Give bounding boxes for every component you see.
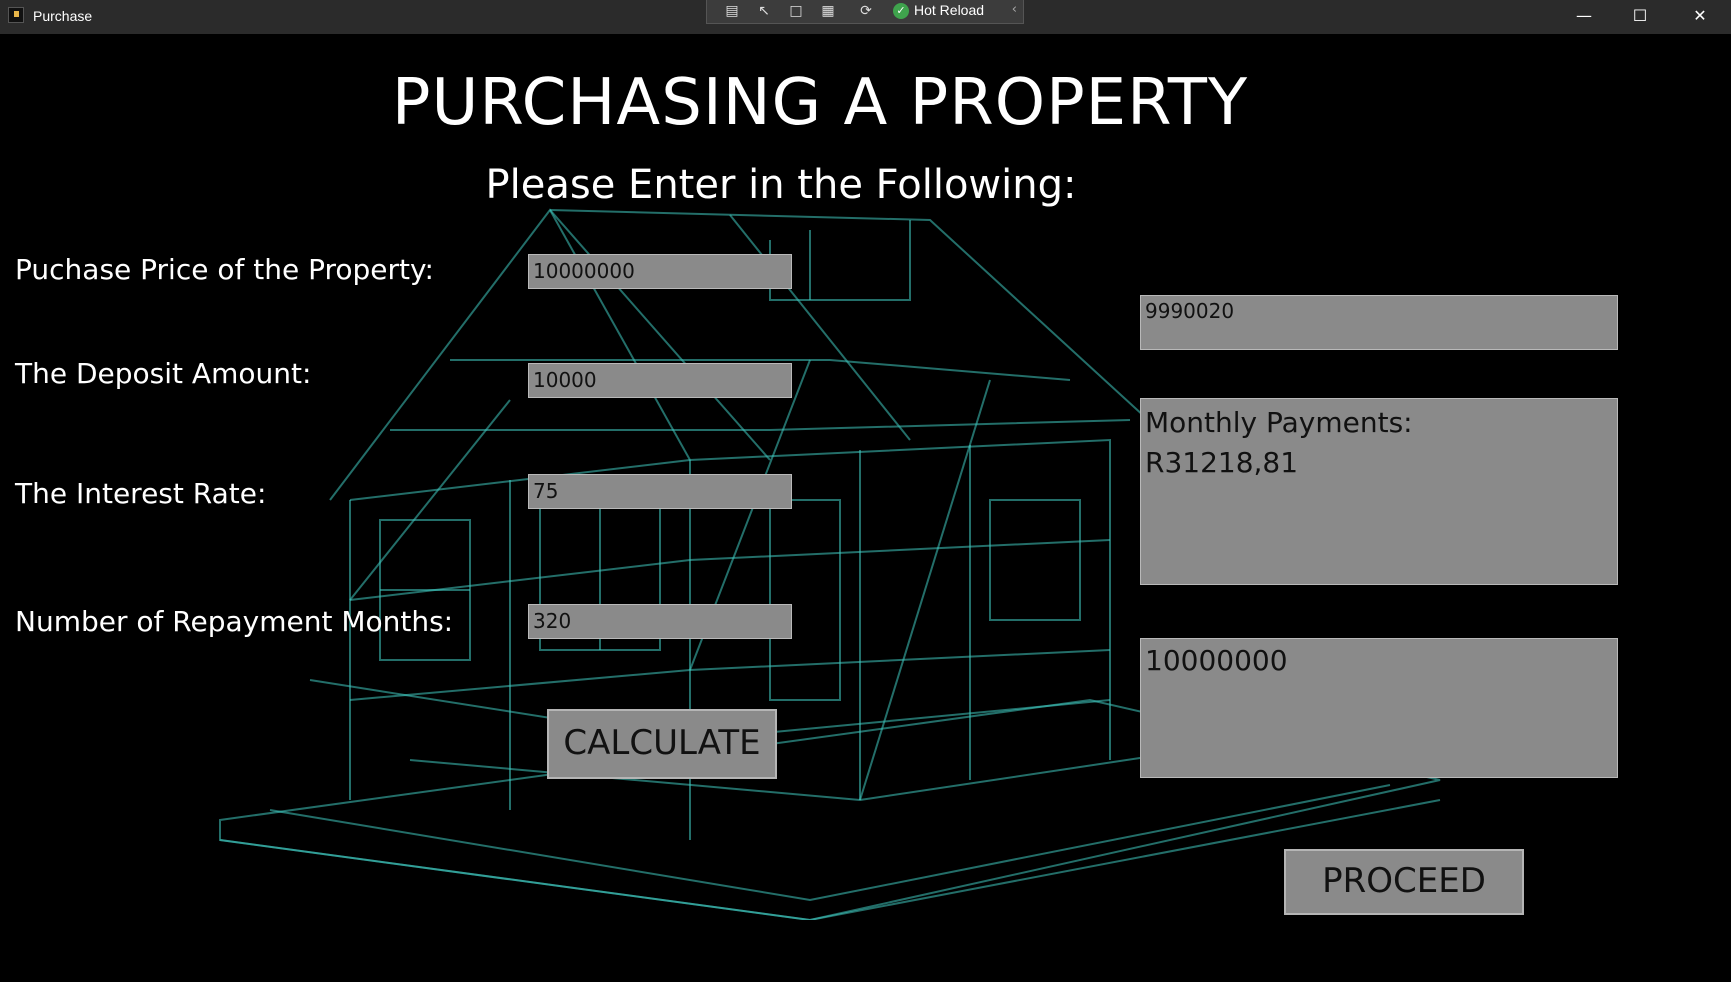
deposit-input[interactable]: 10000 xyxy=(528,363,792,398)
maximize-button[interactable]: ☐ xyxy=(1612,0,1668,34)
track-focused-element-icon[interactable]: ▦ xyxy=(819,3,837,19)
interest-rate-label: The Interest Rate: xyxy=(15,477,267,510)
live-visual-tree-icon[interactable]: ▤ xyxy=(723,3,741,19)
loan-amount-output[interactable]: 9990020 xyxy=(1140,295,1618,350)
page-subtitle: Please Enter in the Following: xyxy=(485,162,1077,208)
purchase-price-input[interactable]: 10000000 xyxy=(528,254,792,289)
display-layout-adorners-icon[interactable]: □ xyxy=(787,3,805,19)
monthly-payments-value: R31218,81 xyxy=(1145,446,1299,479)
total-repayment-output[interactable]: 10000000 xyxy=(1140,638,1618,778)
monthly-payments-heading: Monthly Payments: xyxy=(1145,406,1413,439)
calculate-button[interactable]: CALCULATE xyxy=(547,709,777,779)
collapse-toolbar-icon[interactable]: ‹ xyxy=(1012,2,1017,17)
deposit-label: The Deposit Amount: xyxy=(15,357,312,390)
window-titlebar: Purchase ▤ ↖ □ ▦ ⟳ ✓ Hot Reload ‹ — ☐ ✕ xyxy=(0,0,1731,34)
repayment-months-input[interactable]: 320 xyxy=(528,604,792,639)
app-icon xyxy=(8,7,24,23)
page-title: PURCHASING A PROPERTY xyxy=(391,66,1249,140)
select-element-icon[interactable]: ↖ xyxy=(755,3,773,19)
repayment-months-label: Number of Repayment Months: xyxy=(15,605,454,638)
proceed-button[interactable]: PROCEED xyxy=(1284,849,1524,915)
minimize-button[interactable]: — xyxy=(1556,0,1612,34)
hot-reload-label[interactable]: Hot Reload xyxy=(914,2,984,18)
debug-toolbar: ▤ ↖ □ ▦ ⟳ ✓ Hot Reload ‹ xyxy=(706,0,1024,24)
window-title: Purchase xyxy=(33,8,93,24)
monthly-payments-output[interactable]: Monthly Payments: R31218,81 xyxy=(1140,398,1618,585)
binding-failures-icon[interactable]: ⟳ xyxy=(857,3,875,19)
hot-reload-check-icon: ✓ xyxy=(893,3,909,19)
purchase-price-label: Puchase Price of the Property: xyxy=(15,253,434,286)
interest-rate-input[interactable]: 75 xyxy=(528,474,792,509)
close-button[interactable]: ✕ xyxy=(1672,0,1728,34)
